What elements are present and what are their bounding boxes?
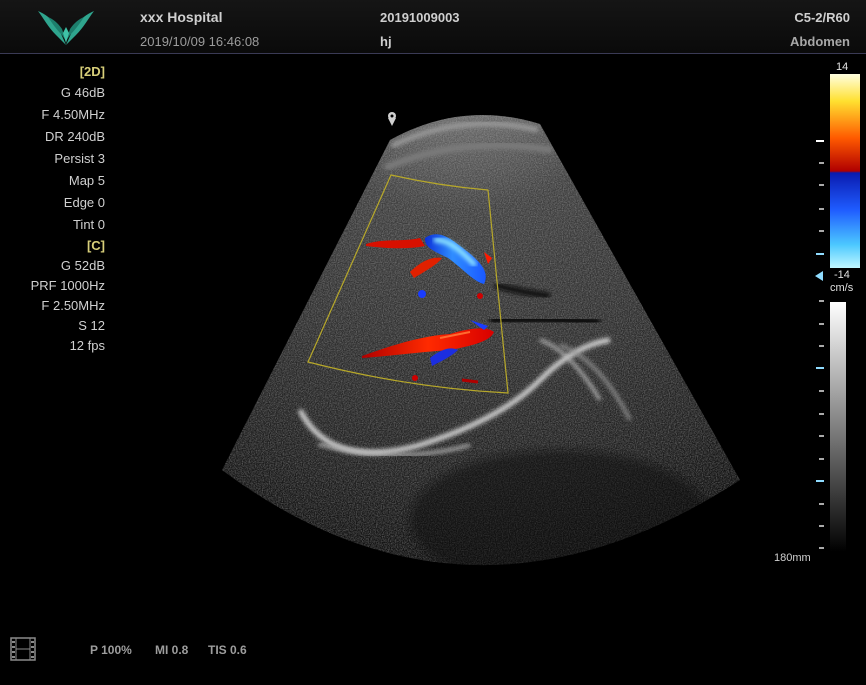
parameter-panel: [2D] G 46dB F 4.50MHz DR 240dB Persist 3… (0, 62, 105, 356)
param-color-fps: 12 fps (69, 338, 105, 353)
color-scale-unit: cm/s (830, 282, 854, 294)
color-velocity-bar (830, 74, 860, 268)
param-color-gain: G 52dB (60, 258, 105, 273)
param-color-prf: PRF 1000Hz (30, 278, 105, 293)
color-scale-max: 14 (836, 61, 849, 73)
acoustic-power: P 100% (90, 643, 132, 657)
param-2d-gain: G 46dB (60, 85, 105, 100)
color-scale-min: -14 (834, 269, 850, 281)
param-color-frequency: F 2.50MHz (41, 298, 105, 313)
mode-color-label: [C] (86, 238, 105, 253)
param-2d-dynamic-range: DR 240dB (45, 129, 105, 144)
param-2d-edge: Edge 0 (63, 195, 105, 210)
film-icon[interactable] (10, 636, 36, 662)
depth-label: 180mm (774, 552, 811, 564)
thermal-index: TIS 0.6 (208, 643, 247, 657)
sector-scan (222, 112, 740, 566)
ultrasound-image[interactable] (0, 0, 866, 685)
param-color-s: S 12 (78, 318, 105, 333)
param-2d-map: Map 5 (68, 173, 105, 188)
param-2d-tint: Tint 0 (72, 217, 105, 232)
mode-2d-label: [2D] (79, 64, 105, 79)
baseline-arrow-icon[interactable] (813, 270, 825, 282)
mechanical-index: MI 0.8 (155, 643, 189, 657)
focus-marker-icon (388, 112, 396, 126)
param-2d-frequency: F 4.50MHz (41, 107, 105, 122)
param-2d-persist: Persist 3 (54, 151, 105, 166)
gray-scale-bar (830, 302, 846, 552)
